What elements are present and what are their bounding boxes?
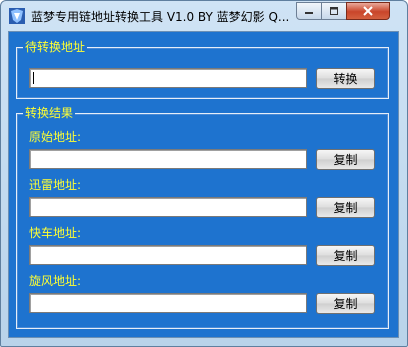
text-caret — [33, 72, 34, 84]
app-window: 蓝梦专用链地址转换工具 V1.0 BY 蓝梦幻影 Q... 待转换地址 转换 转… — [0, 0, 408, 347]
qqxuanfeng-url-field[interactable] — [29, 293, 307, 313]
copy-thunder-button[interactable]: 复制 — [316, 197, 375, 218]
original-url-field[interactable] — [29, 149, 307, 169]
window-title: 蓝梦专用链地址转换工具 V1.0 BY 蓝梦幻影 Q... — [31, 10, 289, 24]
qqxuanfeng-url-label: 旋风地址: — [29, 274, 82, 288]
close-icon — [363, 6, 373, 16]
title-bar[interactable]: 蓝梦专用链地址转换工具 V1.0 BY 蓝梦幻影 Q... — [1, 1, 407, 31]
copy-original-button[interactable]: 复制 — [316, 149, 375, 170]
close-button[interactable] — [346, 2, 390, 20]
source-url-input[interactable] — [29, 68, 307, 88]
maximize-icon — [330, 7, 338, 15]
result-group-legend: 转换结果 — [23, 105, 76, 121]
original-url-label: 原始地址: — [29, 130, 82, 144]
convert-button[interactable]: 转换 — [316, 68, 375, 89]
minimize-button[interactable] — [296, 2, 322, 20]
flashget-url-field[interactable] — [29, 245, 307, 265]
result-group: 转换结果 原始地址: 复制 迅雷地址: 复制 快车地址: 复制 旋风地址: 复制 — [16, 105, 389, 329]
copy-flashget-button[interactable]: 复制 — [316, 245, 375, 266]
app-icon — [9, 8, 25, 24]
copy-qqxuanfeng-button[interactable]: 复制 — [316, 293, 375, 314]
minimize-icon — [305, 12, 313, 14]
flashget-url-label: 快车地址: — [29, 226, 82, 240]
maximize-button[interactable] — [321, 2, 347, 20]
thunder-url-label: 迅雷地址: — [29, 178, 82, 192]
client-area: 待转换地址 转换 转换结果 原始地址: 复制 迅雷地址: 复制 快车地址: 复制… — [8, 31, 399, 338]
input-group: 待转换地址 转换 — [16, 39, 389, 99]
thunder-url-field[interactable] — [29, 197, 307, 217]
input-group-legend: 待转换地址 — [23, 39, 88, 55]
